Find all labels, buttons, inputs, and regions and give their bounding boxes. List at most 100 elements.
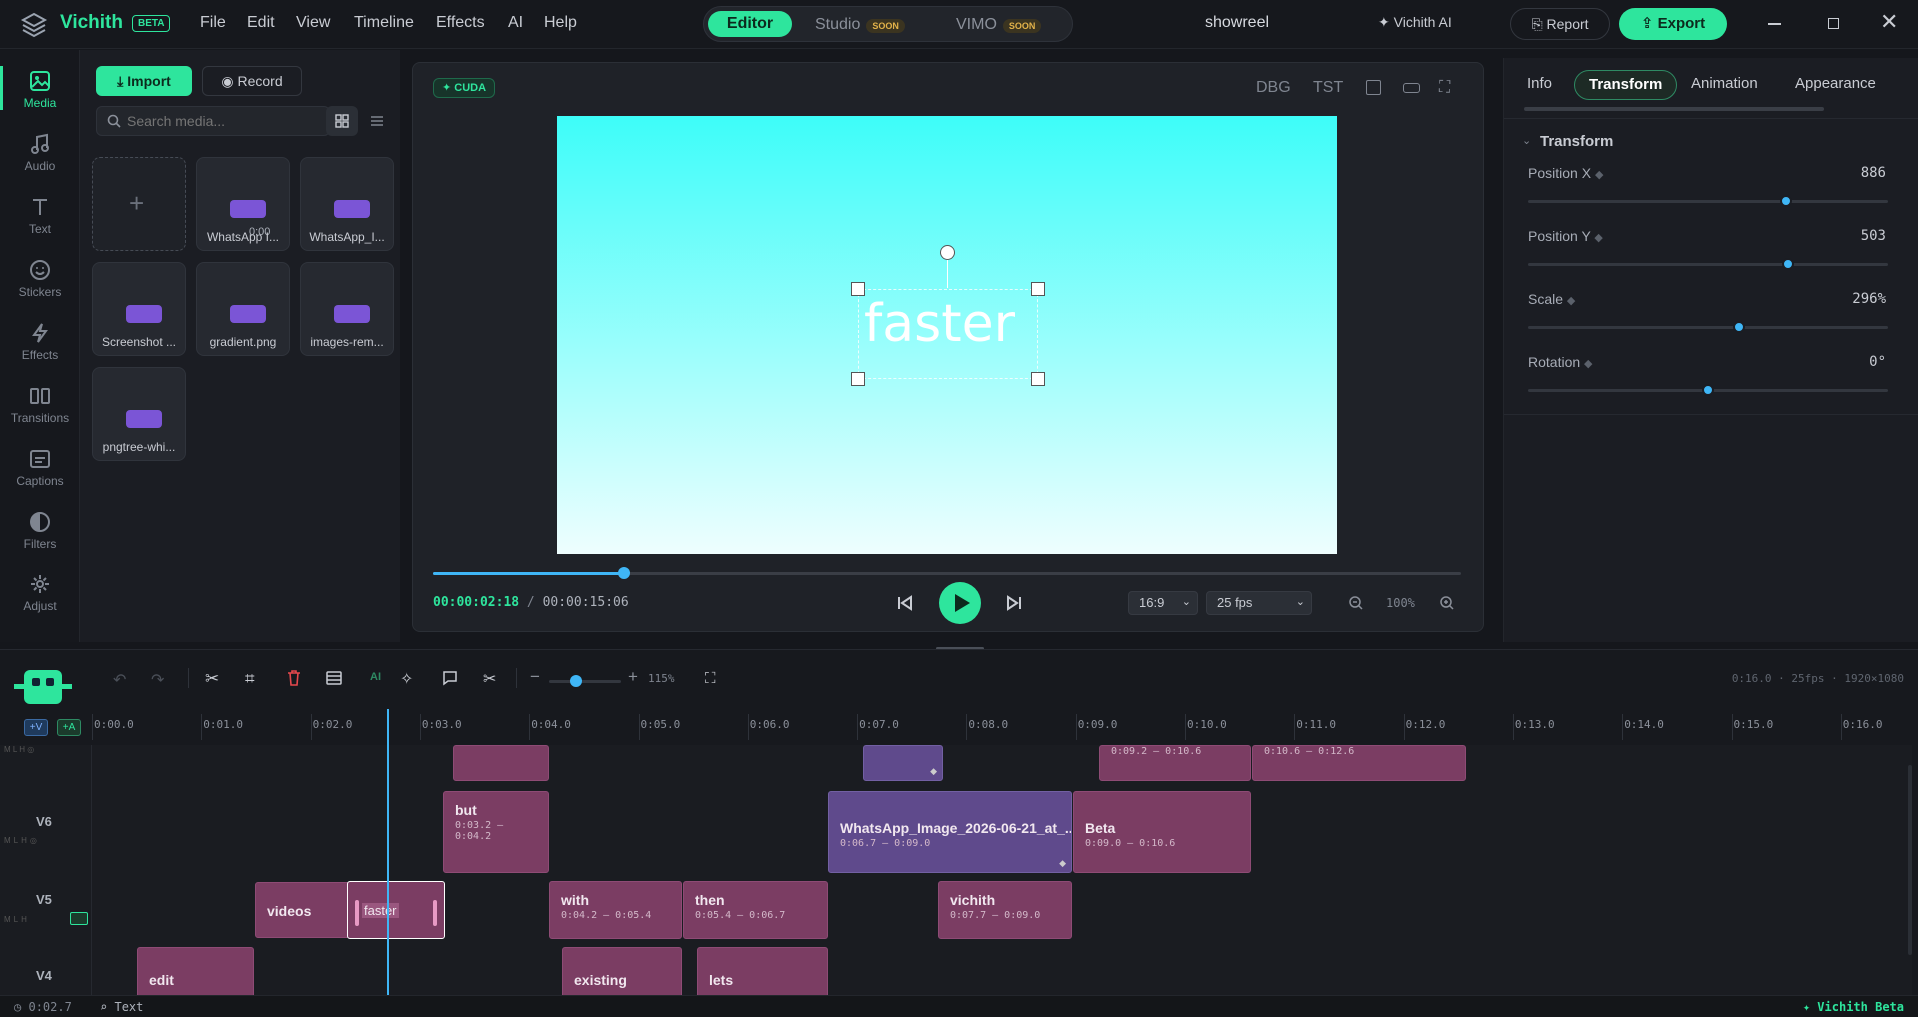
aspect-icon[interactable]	[1403, 83, 1420, 93]
clip-videos[interactable]: videos	[255, 882, 351, 938]
add-media-tile[interactable]: +	[92, 157, 186, 251]
clip-faster-selected[interactable]: faster	[347, 881, 445, 939]
scrub-bar[interactable]	[433, 567, 1461, 579]
track-area[interactable]: ◆ 0:09.2 – 0:10.6 0:10.6 – 0:12.6 but 0:…	[92, 745, 1912, 995]
track-controls[interactable]: M L H ◎	[4, 745, 34, 754]
scale-value[interactable]: 296%	[1852, 291, 1886, 307]
import-button[interactable]: ⤓ Import	[96, 66, 192, 96]
media-tile[interactable]: 0:00 WhatsApp I...	[196, 157, 290, 251]
track-controls[interactable]: MLH	[4, 915, 30, 924]
trim-handle-left[interactable]	[355, 900, 359, 926]
add-video-track-button[interactable]: +V	[24, 719, 48, 736]
rail-filters[interactable]: Filters	[0, 501, 80, 561]
zoom-in-button[interactable]: +	[628, 667, 638, 687]
clip-vichith[interactable]: vichith 0:07.7 – 0:09.0	[938, 881, 1072, 939]
menu-file[interactable]: File	[200, 14, 226, 32]
safe-area-icon[interactable]	[1366, 80, 1381, 95]
clip-with[interactable]: with 0:04.2 – 0:05.4	[549, 881, 682, 939]
media-tile[interactable]: images-rem...	[300, 262, 394, 356]
cut-icon[interactable]: ✂	[483, 669, 496, 689]
list-view-button[interactable]	[361, 106, 393, 136]
crop-icon[interactable]: ⌗	[245, 669, 255, 689]
zoom-out-button[interactable]: −	[530, 667, 540, 687]
menu-help[interactable]: Help	[544, 14, 577, 32]
slider-knob[interactable]	[570, 675, 583, 687]
tab-info[interactable]: Info	[1513, 70, 1566, 100]
export-button[interactable]: ⇪ Export	[1619, 8, 1727, 40]
clip-edit[interactable]: edit	[137, 947, 254, 995]
scrub-handle[interactable]	[618, 567, 631, 579]
menu-view[interactable]: View	[296, 14, 330, 32]
skip-back-icon[interactable]	[896, 594, 914, 612]
keyframe-icon[interactable]: ◆	[1567, 295, 1575, 307]
keyframe-icon[interactable]: ◆	[1595, 169, 1603, 181]
redo-icon[interactable]: ↷	[151, 670, 164, 690]
media-tile[interactable]: pngtree-whi...	[92, 367, 186, 461]
vichith-ai-button[interactable]: ✦ Vichith AI	[1378, 14, 1452, 31]
mode-vimo-button[interactable]: VIMO SOON	[956, 16, 1042, 34]
zoom-in-icon[interactable]	[1439, 595, 1455, 611]
search-input[interactable]	[127, 112, 317, 130]
timeline-scrollbar[interactable]	[1908, 765, 1912, 955]
clip-beta[interactable]: Beta 0:09.0 – 0:10.6	[1073, 791, 1251, 873]
clip-lets[interactable]: lets	[697, 947, 828, 995]
rail-stickers[interactable]: Stickers	[0, 249, 80, 309]
skip-forward-icon[interactable]	[1005, 594, 1023, 612]
mode-editor-button[interactable]: Editor	[708, 11, 792, 37]
clip[interactable]: 0:09.2 – 0:10.6	[1099, 745, 1251, 781]
dbg-button[interactable]: DBG	[1256, 79, 1291, 97]
trash-icon[interactable]	[287, 670, 301, 686]
rotation-value[interactable]: 0°	[1869, 354, 1886, 370]
track-controls[interactable]: MLH◎	[4, 836, 40, 845]
fullscreen-icon[interactable]: ⛶	[1439, 79, 1450, 97]
resize-handle-tr[interactable]	[1031, 282, 1045, 296]
keyframe-icon[interactable]: ◆	[1594, 232, 1602, 244]
chevron-down-icon[interactable]: ⌄	[1522, 134, 1531, 147]
play-button[interactable]	[939, 582, 981, 624]
tst-button[interactable]: TST	[1313, 79, 1343, 97]
layers-icon[interactable]	[326, 670, 342, 686]
position-y-slider[interactable]	[1528, 258, 1888, 270]
clip-existing[interactable]: existing	[562, 947, 682, 995]
resize-handle-br[interactable]	[1031, 372, 1045, 386]
media-tile[interactable]: gradient.png	[196, 262, 290, 356]
resize-handle-tl[interactable]	[851, 282, 865, 296]
menu-edit[interactable]: Edit	[247, 14, 275, 32]
position-y-value[interactable]: 503	[1861, 228, 1886, 244]
minimize-icon[interactable]	[1768, 23, 1781, 25]
ai-button[interactable]: AI	[370, 671, 381, 683]
clip-whatsapp-image[interactable]: WhatsApp_Image_2026-06-21_at_... 0:06.7 …	[828, 791, 1072, 873]
slider-knob[interactable]	[1780, 195, 1793, 207]
clip[interactable]: 0:10.6 – 0:12.6	[1252, 745, 1466, 781]
media-tile[interactable]: Screenshot ...	[92, 262, 186, 356]
time-ruler[interactable]: 0:00.0 0:01.0 0:02.0 0:03.0 0:04.0 0:05.0 0:06…	[92, 710, 1918, 744]
tab-scrollbar[interactable]	[1524, 107, 1824, 111]
media-tile[interactable]: WhatsApp_I...	[300, 157, 394, 251]
tab-animation[interactable]: Animation	[1677, 70, 1772, 100]
rail-captions[interactable]: Captions	[0, 438, 80, 498]
magic-wand-icon[interactable]: ✧	[400, 669, 413, 689]
fit-icon[interactable]: ⛶	[705, 670, 716, 687]
tab-transform[interactable]: Transform	[1574, 70, 1678, 100]
report-button[interactable]: ⎘ Report	[1510, 8, 1610, 40]
resize-handle-bl[interactable]	[851, 372, 865, 386]
search-box[interactable]	[96, 106, 330, 136]
aspect-select[interactable]: 16:9 ⌄	[1128, 591, 1198, 615]
canvas-text[interactable]: faster	[864, 294, 1015, 354]
clip-then[interactable]: then 0:05.4 – 0:06.7	[683, 881, 828, 939]
rail-media[interactable]: Media	[0, 60, 80, 120]
slider-knob[interactable]	[1781, 258, 1794, 270]
grid-view-button[interactable]	[326, 106, 358, 136]
add-audio-track-button[interactable]: +A	[57, 719, 81, 736]
playhead[interactable]	[387, 709, 390, 995]
mode-studio-button[interactable]: Studio SOON	[815, 16, 905, 34]
keyframe-icon[interactable]: ◆	[1584, 358, 1592, 370]
rotation-slider[interactable]	[1528, 384, 1888, 396]
rail-audio[interactable]: Audio	[0, 123, 80, 183]
slider-knob[interactable]	[1732, 321, 1745, 333]
split-icon[interactable]: ✂	[205, 669, 219, 689]
menu-effects[interactable]: Effects	[436, 14, 485, 32]
clip[interactable]	[453, 745, 549, 781]
clip-but[interactable]: but 0:03.2 – 0:04.2	[443, 791, 549, 873]
clip[interactable]: ◆	[863, 745, 943, 781]
